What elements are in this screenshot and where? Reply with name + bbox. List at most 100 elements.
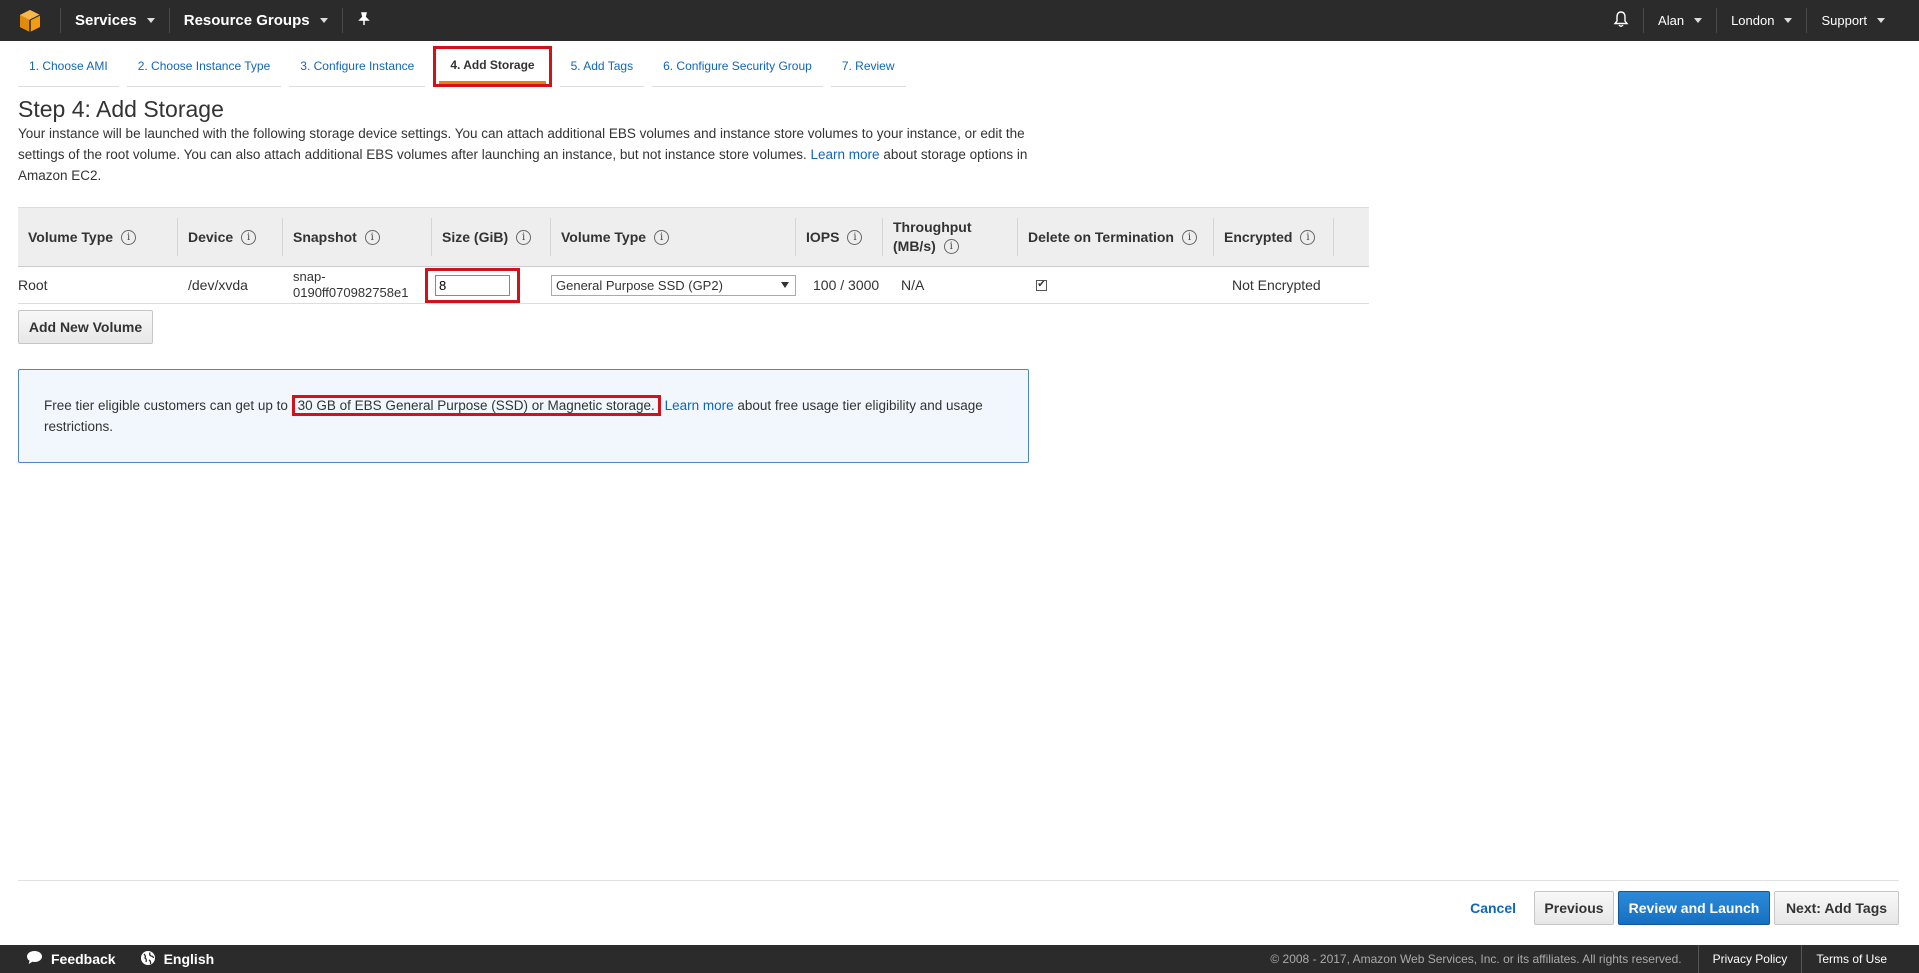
support-menu[interactable]: Support [1807, 0, 1919, 41]
learn-more-link[interactable]: Learn more [811, 147, 880, 162]
cell-size [425, 267, 551, 303]
active-tab-highlight: 4. Add Storage [433, 46, 552, 87]
aws-cube-logo-icon[interactable] [0, 0, 60, 41]
cell-iops: 100 / 3000 [813, 277, 880, 293]
feedback-label: Feedback [51, 951, 116, 967]
table-row: Root /dev/xvda snap- 0190ff070982758e1 G… [18, 267, 1369, 304]
volume-type-value: General Purpose SSD (GP2) [556, 277, 723, 293]
header-label: Encrypted [1224, 229, 1293, 245]
terms-of-use-link[interactable]: Terms of Use [1801, 945, 1919, 973]
notifications-button[interactable] [1599, 0, 1643, 41]
user-label: Alan [1658, 13, 1685, 28]
info-icon[interactable]: i [654, 229, 670, 245]
header-label: Throughput [893, 219, 972, 235]
cell-device: /dev/xvda [188, 277, 248, 293]
support-label: Support [1821, 13, 1867, 28]
header-size: Size (GiB) i [432, 218, 551, 256]
privacy-policy-link[interactable]: Privacy Policy [1697, 945, 1802, 973]
speech-bubble-icon [26, 950, 43, 968]
header-volume-type: Volume Type i [18, 218, 178, 256]
info-icon[interactable]: i [121, 229, 137, 245]
wizard-steps: 1. Choose AMI 2. Choose Instance Type 3.… [18, 46, 914, 87]
header-label: Volume Type [28, 229, 114, 245]
cancel-link[interactable]: Cancel [1470, 900, 1516, 916]
size-highlight [425, 267, 520, 303]
next-add-tags-button[interactable]: Next: Add Tags [1774, 891, 1899, 925]
header-encrypted: Encrypted i [1214, 218, 1334, 256]
header-throughput: Throughput (MB/s) i [883, 218, 1018, 256]
review-and-launch-button[interactable]: Review and Launch [1618, 891, 1770, 925]
feedback-button[interactable]: Feedback [0, 950, 128, 968]
info-icon[interactable]: i [847, 229, 863, 245]
resource-groups-label: Resource Groups [183, 12, 310, 29]
page-description: Your instance will be launched with the … [18, 123, 1028, 186]
region-menu[interactable]: London [1717, 0, 1806, 41]
add-new-volume-button[interactable]: Add New Volume [18, 310, 153, 344]
header-snapshot: Snapshot i [283, 218, 432, 256]
header-label: Delete on Termination [1028, 229, 1174, 245]
region-label: London [1731, 13, 1775, 28]
tab-review[interactable]: 7. Review [830, 52, 906, 87]
page-title: Step 4: Add Storage [18, 96, 224, 122]
chevron-down-icon [1784, 18, 1793, 23]
bottom-bar: Feedback English © 2008 - 2017, Amazon W… [0, 945, 1919, 973]
services-menu[interactable]: Services [61, 0, 169, 41]
tab-configure-security-group[interactable]: 6. Configure Security Group [652, 52, 823, 87]
header-label: Size (GiB) [442, 229, 509, 245]
header-ebs-volume-type: Volume Type i [551, 218, 796, 256]
table-header: Volume Type i Device i Snapshot i Size (… [18, 207, 1369, 267]
info-icon[interactable]: i [516, 229, 532, 245]
wizard-actions: Cancel Previous Review and Launch Next: … [1470, 891, 1899, 925]
globe-icon [140, 950, 156, 969]
info-icon[interactable]: i [1300, 229, 1316, 245]
cell-volume-type: Root [18, 277, 48, 293]
chevron-down-icon [146, 18, 155, 23]
copyright-text: © 2008 - 2017, Amazon Web Services, Inc.… [1270, 952, 1682, 966]
header-iops: IOPS i [796, 218, 883, 256]
storage-table: Volume Type i Device i Snapshot i Size (… [18, 207, 1369, 304]
previous-button[interactable]: Previous [1534, 891, 1614, 925]
delete-on-termination-checkbox[interactable]: ✔ [1036, 279, 1047, 291]
tab-add-tags[interactable]: 5. Add Tags [559, 52, 645, 87]
size-input[interactable] [435, 274, 510, 296]
info-icon[interactable]: i [1181, 229, 1197, 245]
chevron-down-icon [319, 18, 328, 23]
info-icon[interactable]: i [943, 239, 959, 254]
cell-snapshot: snap- 0190ff070982758e1 [283, 269, 425, 301]
header-label: Device [188, 229, 234, 245]
header-label: Snapshot [293, 229, 357, 245]
resource-groups-menu[interactable]: Resource Groups [170, 0, 342, 41]
info-icon[interactable]: i [241, 229, 257, 245]
notice-highlight: 30 GB of EBS General Purpose (SSD) or Ma… [291, 395, 661, 416]
footer-divider [18, 880, 1899, 881]
notice-text: Free tier eligible customers can get up … [44, 398, 288, 413]
cell-encrypted: Not Encrypted [1232, 277, 1321, 293]
header-label: (MB/s) [893, 238, 936, 254]
cell-throughput: N/A [901, 277, 925, 293]
snapshot-id: 0190ff070982758e1 [293, 285, 409, 300]
info-icon[interactable]: i [364, 229, 380, 245]
volume-type-select[interactable]: General Purpose SSD (GP2) [551, 274, 796, 296]
pin-icon [357, 11, 371, 30]
user-menu[interactable]: Alan [1644, 0, 1716, 41]
language-selector[interactable]: English [128, 950, 227, 969]
chevron-down-icon [1877, 18, 1885, 23]
cell-ebs-volume-type: General Purpose SSD (GP2) [551, 274, 803, 296]
dropdown-arrow-icon [781, 282, 789, 288]
tab-configure-instance[interactable]: 3. Configure Instance [289, 52, 426, 87]
header-label: IOPS [806, 229, 840, 245]
header-delete-on-termination: Delete on Termination i [1018, 218, 1214, 256]
tab-add-storage[interactable]: 4. Add Storage [439, 51, 546, 84]
services-label: Services [75, 12, 137, 29]
snapshot-prefix: snap- [293, 269, 326, 284]
header-device: Device i [178, 218, 283, 256]
tab-choose-instance-type[interactable]: 2. Choose Instance Type [126, 52, 282, 87]
top-navigation-bar: Services Resource Groups Alan London Sup [0, 0, 1919, 41]
header-label: Volume Type [561, 229, 647, 245]
learn-more-link[interactable]: Learn more [665, 398, 734, 413]
tab-choose-ami[interactable]: 1. Choose AMI [18, 52, 119, 87]
language-label: English [163, 951, 215, 967]
free-tier-notice: Free tier eligible customers can get up … [18, 369, 1029, 463]
cell-delete-on-termination: ✔ [1026, 279, 1222, 291]
pin-button[interactable] [343, 0, 385, 41]
